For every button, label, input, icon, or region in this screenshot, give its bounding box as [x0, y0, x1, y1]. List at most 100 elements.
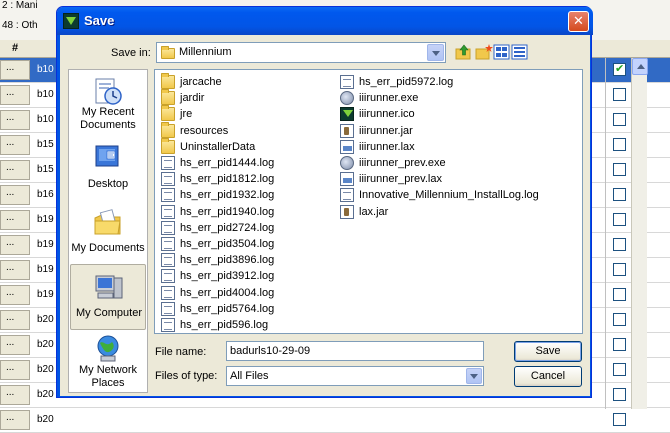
app-logo-icon: [63, 13, 79, 29]
row-menu-button[interactable]: ...: [0, 260, 30, 280]
scroll-up-icon[interactable]: [632, 58, 648, 75]
row-checkbox[interactable]: [613, 338, 626, 351]
bg-top-row-1: 2 : Mani: [2, 0, 38, 11]
chevron-down-icon[interactable]: [466, 368, 482, 384]
exe-icon: [340, 91, 354, 106]
log-icon: [161, 204, 175, 219]
file-name-input[interactable]: [226, 341, 484, 361]
row-menu-button[interactable]: ...: [0, 235, 30, 255]
file-name: resources: [180, 124, 229, 137]
folder-icon: [161, 121, 175, 138]
row-menu-button[interactable]: ...: [0, 285, 30, 305]
network-places-icon: [97, 335, 119, 362]
recent-documents-icon: [95, 78, 122, 105]
place-my-network-places[interactable]: My Network Places: [70, 330, 146, 394]
row-checkbox[interactable]: [613, 163, 626, 176]
chevron-down-icon[interactable]: [427, 44, 444, 61]
row-checkbox[interactable]: [613, 288, 626, 301]
file-name: hs_err_pid1932.log: [180, 189, 275, 202]
file-name: hs_err_pid3912.log: [180, 270, 275, 283]
place-label: My Network Places: [78, 364, 138, 389]
file-name: jarcache: [180, 76, 222, 88]
file-name: iiirunner_prev.exe: [359, 157, 446, 169]
file-name-label: File name:: [155, 346, 207, 358]
save-in-dropdown[interactable]: Millennium: [156, 42, 446, 63]
file-name: hs_err_pid3504.log: [180, 238, 275, 250]
file-name: hs_err_pid3896.log: [180, 254, 275, 267]
my-computer-icon: [95, 275, 123, 299]
row-cell: b10: [37, 89, 54, 100]
views-menu-icon[interactable]: [493, 43, 511, 61]
cancel-button[interactable]: Cancel: [514, 366, 582, 387]
bg-column-hash: #: [12, 42, 19, 54]
row-checkbox[interactable]: [613, 113, 626, 126]
my-documents-icon: [94, 209, 121, 235]
new-folder-icon[interactable]: [475, 43, 493, 61]
row-checkbox[interactable]: [613, 363, 626, 376]
row-checkbox[interactable]: [613, 138, 626, 151]
file-name: hs_err_pid5764.log: [180, 302, 275, 315]
row-checkbox[interactable]: [613, 213, 626, 226]
place-my-computer[interactable]: My Computer: [70, 264, 146, 330]
save-in-value: Millennium: [179, 46, 232, 58]
row-menu-button[interactable]: ...: [0, 335, 30, 355]
bg-table-row[interactable]: ... b20: [0, 408, 670, 433]
place-my-recent-documents[interactable]: My Recent Documents: [70, 72, 146, 136]
row-checkbox[interactable]: [613, 263, 626, 276]
bg-scrollbar[interactable]: [631, 58, 648, 409]
row-checkbox[interactable]: [613, 88, 626, 101]
save-in-label: Save in:: [111, 47, 151, 59]
log-icon: [340, 75, 354, 89]
close-button[interactable]: ✕: [568, 11, 589, 32]
log-icon: [161, 301, 175, 316]
row-menu-button[interactable]: ...: [0, 160, 30, 180]
place-label: Desktop: [87, 178, 129, 190]
row-menu-button[interactable]: ...: [0, 110, 30, 130]
log-icon: [161, 156, 175, 170]
row-cell: b20: [37, 389, 54, 400]
dialog-title: Save: [84, 13, 115, 28]
row-menu-button[interactable]: ...: [0, 385, 30, 405]
file-list[interactable]: jarcache jardir jre resources UninstallerDat…: [154, 69, 583, 334]
row-menu-button[interactable]: ...: [0, 185, 30, 205]
row-cell: b15: [37, 164, 54, 175]
file-type-dropdown[interactable]: All Files: [226, 366, 484, 386]
folder-icon: [161, 89, 175, 106]
row-checkbox[interactable]: [613, 313, 626, 326]
row-menu-button[interactable]: ...: [0, 310, 30, 330]
row-menu-button[interactable]: ...: [0, 410, 30, 430]
row-menu-button[interactable]: ...: [0, 60, 30, 80]
row-menu-button[interactable]: ...: [0, 135, 30, 155]
row-cell: b19: [37, 264, 54, 275]
up-one-level-icon[interactable]: [455, 43, 473, 61]
places-bar: My Recent Documents Desktop My Documents: [68, 69, 148, 393]
row-menu-button[interactable]: ...: [0, 360, 30, 380]
dialog-titlebar[interactable]: Save ✕: [57, 7, 593, 35]
log-icon: [161, 188, 175, 203]
desktop-icon: [95, 145, 119, 167]
row-cell: b20: [37, 339, 54, 350]
place-my-documents[interactable]: My Documents: [70, 204, 146, 268]
row-checkbox[interactable]: [613, 188, 626, 201]
row-menu-button[interactable]: ...: [0, 210, 30, 230]
file-name: hs_err_pid4004.log: [180, 286, 275, 299]
view-list-icon[interactable]: [511, 43, 529, 61]
row-cell: b10: [37, 64, 54, 75]
bg-top-row-2: 48 : Oth: [2, 20, 38, 31]
row-checkbox[interactable]: [613, 413, 626, 426]
row-checkbox[interactable]: [613, 62, 626, 76]
row-cell: b19: [37, 239, 54, 250]
lax-icon: [340, 139, 354, 154]
file-name: lax.jar: [359, 205, 389, 218]
log-icon: [161, 220, 175, 235]
row-checkbox[interactable]: [613, 388, 626, 401]
save-button[interactable]: Save: [514, 341, 582, 362]
row-checkbox[interactable]: [613, 238, 626, 251]
close-icon: ✕: [573, 13, 584, 28]
ico-icon: [340, 107, 354, 122]
file-name: iiirunner.jar: [359, 124, 413, 137]
file-name: hs_err_pid2724.log: [180, 221, 275, 234]
file-name: hs_err_pid1812.log: [180, 173, 275, 186]
place-desktop[interactable]: Desktop: [70, 138, 146, 202]
row-menu-button[interactable]: ...: [0, 85, 30, 105]
